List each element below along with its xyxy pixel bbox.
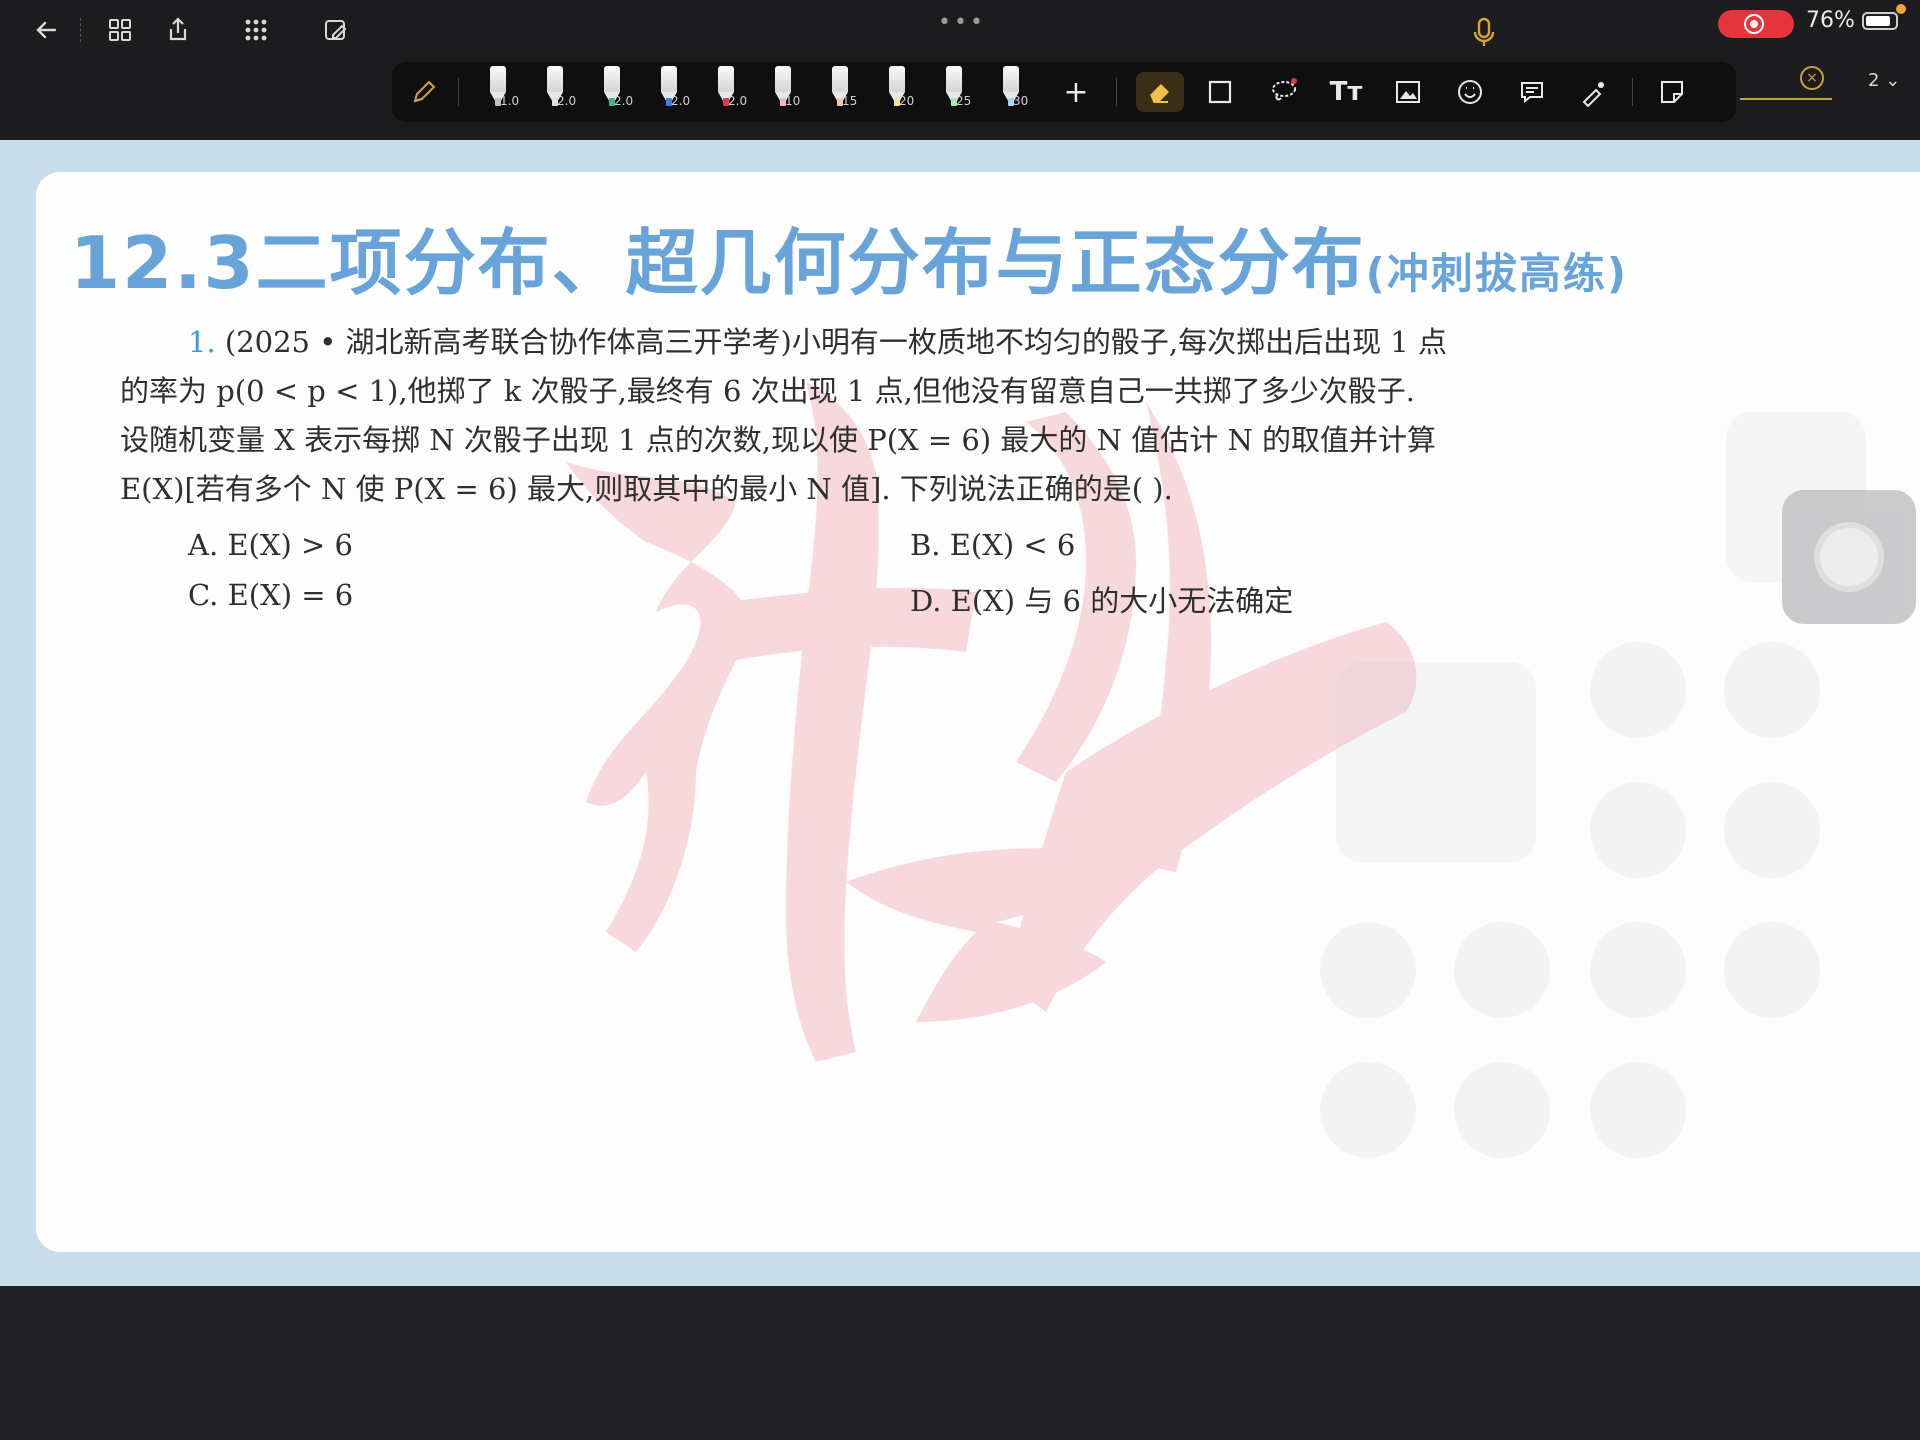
- option-d[interactable]: D. E(X) 与 6 的大小无法确定: [910, 578, 1293, 620]
- eraser-button[interactable]: [1136, 72, 1184, 112]
- pen-2[interactable]: 2.0: [537, 64, 577, 114]
- pen-size-label: 2.0: [728, 94, 748, 108]
- divider: [80, 18, 82, 42]
- pen-size-label: 2.0: [614, 94, 634, 108]
- pen-size-label: 30: [1013, 94, 1029, 108]
- sticker-icon[interactable]: [1450, 72, 1490, 112]
- lasso-icon[interactable]: [1264, 72, 1304, 112]
- title-main: 12.3二项分布、超几何分布与正态分布: [70, 221, 1366, 305]
- highlighter-5[interactable]: 30: [993, 64, 1033, 114]
- top-bar: ••• 76%: [0, 0, 1920, 60]
- highlighter-2[interactable]: 15: [822, 64, 862, 114]
- eraser-icon: [1150, 83, 1170, 103]
- pen-size-label: 1.0: [500, 94, 520, 108]
- underline-indicator: [1740, 98, 1832, 100]
- record-icon: [1744, 14, 1764, 34]
- highlighter-1[interactable]: 10: [765, 64, 805, 114]
- control-toggle-ghost: [1454, 922, 1550, 1018]
- page-curl-icon[interactable]: [1652, 72, 1692, 112]
- laser-pointer-icon[interactable]: [1574, 72, 1614, 112]
- record-toggle-ghost: [1320, 1062, 1416, 1158]
- screen-record-indicator[interactable]: [1718, 10, 1794, 38]
- grid-view-icon[interactable]: [100, 10, 140, 50]
- comment-icon[interactable]: [1512, 72, 1552, 112]
- pen-size-label: 10: [785, 94, 801, 108]
- battery-icon: [1862, 4, 1906, 30]
- divider: [458, 78, 459, 106]
- assistive-knob-icon: [1820, 528, 1878, 586]
- close-icon[interactable]: ×: [1800, 66, 1824, 90]
- text-tool-icon[interactable]: Tт: [1326, 72, 1366, 112]
- option-b[interactable]: B. E(X) < 6: [910, 528, 1075, 562]
- question-line-4: E(X)[若有多个 N 使 P(X = 6) 最大,则取其中的最小 N 值]. …: [120, 472, 1173, 506]
- microphone-icon[interactable]: [1466, 14, 1502, 50]
- highlighter-3[interactable]: 20: [879, 64, 919, 114]
- control-toggle-ghost: [1590, 782, 1686, 878]
- pen-size-label: 2.0: [671, 94, 691, 108]
- pen-1[interactable]: 1.0: [480, 64, 520, 114]
- question-line-3: 设随机变量 X 表示每掷 N 次骰子出现 1 点的次数,现以使 P(X = 6)…: [120, 423, 1437, 457]
- page-title: 12.3二项分布、超几何分布与正态分布(冲刺拔高练): [70, 204, 1628, 309]
- pen-size-label: 15: [842, 94, 858, 108]
- question-number: 1.: [188, 325, 216, 359]
- back-arrow-icon[interactable]: [26, 10, 66, 50]
- control-toggle-ghost: [1590, 922, 1686, 1018]
- page-selector[interactable]: 2 ⌄: [1868, 70, 1900, 91]
- shape-rect-icon[interactable]: [1200, 72, 1240, 112]
- edit-off-icon[interactable]: [316, 10, 356, 50]
- document-area: 12.3二项分布、超几何分布与正态分布(冲刺拔高练) 1. (2025 • 湖北…: [0, 140, 1920, 1286]
- question-text: 1. (2025 • 湖北新高考联合协作体高三开学考)小明有一枚质地不均匀的骰子…: [120, 318, 1640, 514]
- divider: [1632, 78, 1633, 106]
- share-icon[interactable]: [158, 10, 198, 50]
- bottom-area: [0, 1286, 1920, 1440]
- option-c[interactable]: C. E(X) = 6: [188, 578, 353, 612]
- pen-bluetooth-icon[interactable]: [404, 72, 444, 112]
- pen-size-label: 20: [899, 94, 915, 108]
- control-panel-ghost: [1336, 662, 1536, 862]
- question-line: 1. (2025 • 湖北新高考联合协作体高三开学考)小明有一枚质地不均匀的骰子…: [120, 318, 1640, 367]
- add-pen-button[interactable]: +: [1056, 72, 1096, 112]
- battery-percentage: 76%: [1806, 8, 1855, 33]
- option-a[interactable]: A. E(X) > 6: [188, 528, 353, 562]
- menu-dots-icon[interactable]: •••: [938, 10, 986, 35]
- pen-size-label: 25: [956, 94, 972, 108]
- pen-3[interactable]: 2.0: [594, 64, 634, 114]
- control-toggle-ghost: [1320, 922, 1416, 1018]
- title-subtitle: (冲刺拔高练): [1365, 249, 1629, 298]
- apps-icon[interactable]: [236, 10, 276, 50]
- highlighter-4[interactable]: 25: [936, 64, 976, 114]
- question-line-1: (2025 • 湖北新高考联合协作体高三开学考)小明有一枚质地不均匀的骰子,每次…: [224, 325, 1447, 359]
- control-toggle-ghost: [1724, 642, 1820, 738]
- pen-toolbar: 1.0 2.0 2.0 2.0 2.0 10 15 20 25 30 + Tт: [392, 62, 1736, 122]
- pen-4[interactable]: 2.0: [651, 64, 691, 114]
- chevron-down-icon: ⌄: [1885, 70, 1901, 91]
- pen-size-label: 2.0: [557, 94, 577, 108]
- pen-5[interactable]: 2.0: [708, 64, 748, 114]
- control-toggle-ghost: [1724, 922, 1820, 1018]
- divider: [1116, 78, 1117, 106]
- control-toggle-ghost: [1454, 1062, 1550, 1158]
- assistive-touch-button[interactable]: [1782, 490, 1916, 624]
- control-toggle-ghost: [1724, 782, 1820, 878]
- document-page[interactable]: 12.3二项分布、超几何分布与正态分布(冲刺拔高练) 1. (2025 • 湖北…: [36, 172, 1920, 1252]
- dark-mode-toggle-ghost: [1590, 1062, 1686, 1158]
- page-number: 2: [1868, 70, 1880, 91]
- question-line-2: 的率为 p(0 < p < 1),他掷了 k 次骰子,最终有 6 次出现 1 点…: [120, 374, 1416, 408]
- control-toggle-ghost: [1590, 642, 1686, 738]
- image-icon[interactable]: [1388, 72, 1428, 112]
